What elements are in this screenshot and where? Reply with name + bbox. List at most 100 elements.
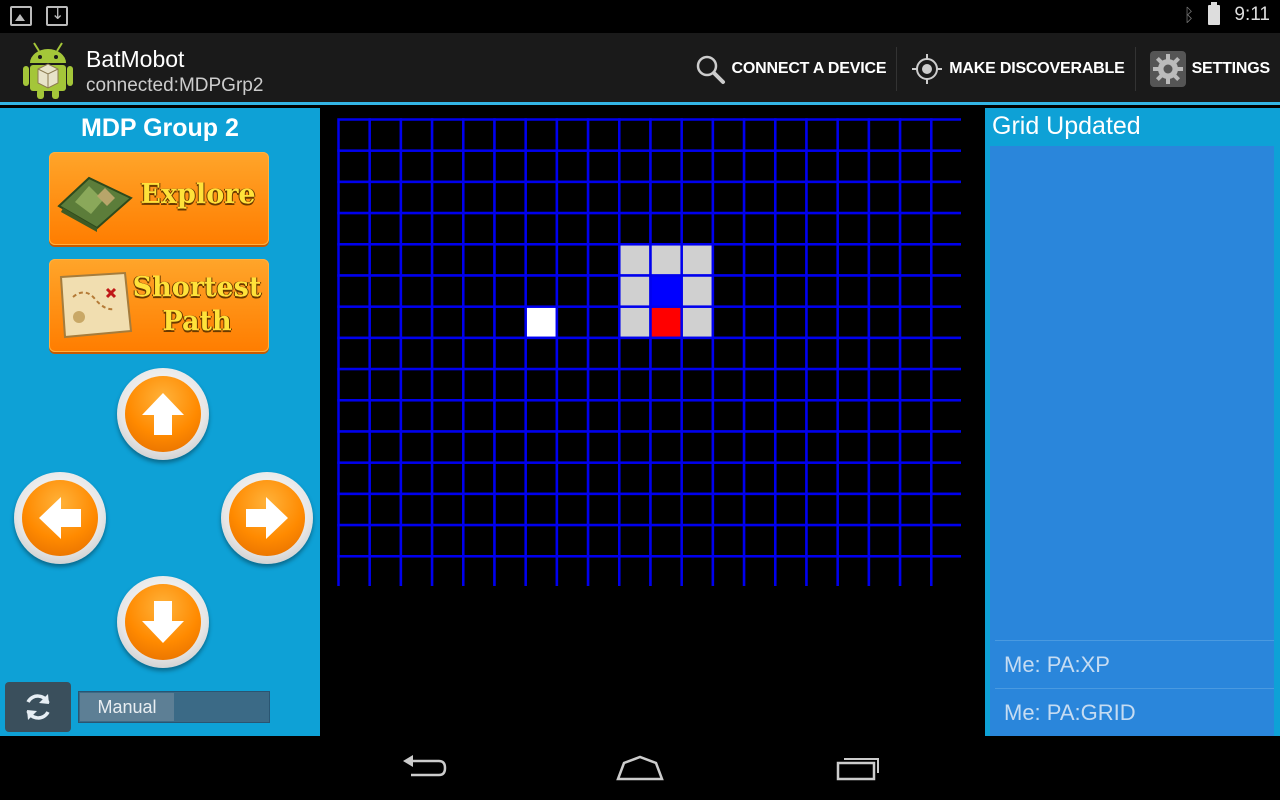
shortest-path-button[interactable]: Shortest Path	[49, 259, 269, 352]
message-item: Me: PA:XP	[995, 640, 1274, 688]
grid-cell	[711, 367, 746, 402]
back-button[interactable]	[394, 748, 454, 788]
grid-cell	[462, 399, 496, 433]
grid-cell	[867, 243, 902, 277]
arena-grid[interactable]	[337, 118, 961, 586]
grid-cell	[586, 523, 621, 558]
grid-cell	[337, 118, 371, 152]
grid-cell	[711, 149, 746, 184]
settings-label: SETTINGS	[1191, 60, 1271, 77]
grid-cell	[430, 180, 465, 215]
target-icon	[912, 54, 943, 84]
move-left-button[interactable]	[14, 472, 106, 564]
grid-cell	[680, 336, 715, 371]
grid-cell	[555, 555, 590, 586]
grid-cell	[742, 399, 777, 433]
picture-icon	[10, 6, 32, 26]
grid-cell	[368, 149, 403, 184]
grid-cell	[805, 180, 839, 215]
refresh-button[interactable]	[5, 682, 71, 732]
grid-cell	[399, 118, 434, 152]
grid-cell	[742, 243, 777, 277]
grid-cell	[711, 118, 746, 152]
grid-cell	[742, 211, 777, 246]
settings-button[interactable]: SETTINGS	[1136, 47, 1280, 91]
grid-cell	[524, 461, 559, 496]
grid-cell	[337, 336, 371, 371]
grid-cell	[805, 555, 839, 586]
grid-cell	[586, 492, 621, 527]
grid-cell	[649, 461, 683, 496]
grid-cell	[930, 118, 961, 152]
grid-cell	[399, 180, 434, 215]
android-logo-icon	[23, 42, 73, 99]
grid-cell	[836, 243, 871, 277]
grid-cell	[555, 399, 590, 433]
explore-label: Explore	[140, 179, 256, 210]
grid-cell	[586, 305, 621, 340]
grid-cell	[774, 243, 808, 277]
grid-cell	[711, 523, 746, 558]
clock: 9:11	[1234, 4, 1270, 25]
grid-cell	[649, 367, 683, 402]
grid-cell	[555, 180, 590, 215]
grid-cell	[898, 180, 933, 215]
grid-cell	[836, 305, 871, 340]
grid-cell	[680, 492, 715, 527]
grid-cell	[711, 211, 746, 246]
grid-cell	[586, 399, 621, 433]
grid-cell	[805, 336, 839, 371]
grid-cell	[586, 180, 621, 215]
grid-cell	[586, 555, 621, 586]
move-up-button[interactable]	[117, 368, 209, 460]
grid-cell	[805, 118, 839, 152]
treasure-map-icon	[59, 271, 133, 339]
move-down-button[interactable]	[117, 576, 209, 668]
grid-cell	[586, 336, 621, 371]
grid-cell	[867, 305, 902, 340]
grid-cell	[586, 149, 621, 184]
grid-cell	[711, 399, 746, 433]
grid-cell	[618, 523, 652, 558]
grid-cell	[430, 305, 465, 340]
explore-button[interactable]: Explore	[49, 152, 269, 245]
grid-cell	[337, 523, 371, 558]
grid-cell	[430, 274, 465, 308]
grid-cell	[430, 430, 465, 464]
home-button[interactable]	[610, 748, 670, 788]
grid-cell	[368, 367, 403, 402]
grid-cell	[586, 367, 621, 402]
grid-cell	[836, 367, 871, 402]
grid-cell	[399, 430, 434, 464]
grid-cell	[586, 430, 621, 464]
grid-cell	[337, 274, 371, 308]
grid-cell	[930, 430, 961, 464]
mode-label: Manual	[80, 693, 174, 721]
recent-apps-button[interactable]	[826, 748, 886, 788]
mode-toggle[interactable]: Manual	[78, 691, 270, 723]
connect-device-button[interactable]: CONNECT A DEVICE	[680, 47, 897, 91]
grid-cell	[618, 118, 652, 152]
grid-cell	[555, 523, 590, 558]
grid-cell	[774, 336, 808, 371]
grid-cell	[898, 492, 933, 527]
grid-cell	[867, 399, 902, 433]
grid-cell	[649, 118, 683, 152]
grid-cell	[524, 243, 559, 277]
grid-cell	[493, 274, 527, 308]
make-discoverable-button[interactable]: MAKE DISCOVERABLE	[897, 47, 1134, 91]
grid-cell	[774, 430, 808, 464]
grid-cell	[805, 367, 839, 402]
grid-cell	[586, 118, 621, 152]
grid-cell	[493, 430, 527, 464]
grid-cell	[867, 274, 902, 308]
grid-cell	[586, 274, 621, 308]
grid-cell	[836, 399, 871, 433]
grid-cell	[742, 555, 777, 586]
grid-cell	[711, 555, 746, 586]
grid-cell	[774, 399, 808, 433]
grid-cell	[930, 211, 961, 246]
robot-body-cell	[680, 274, 715, 308]
battery-icon	[1208, 2, 1221, 25]
move-right-button[interactable]	[221, 472, 313, 564]
